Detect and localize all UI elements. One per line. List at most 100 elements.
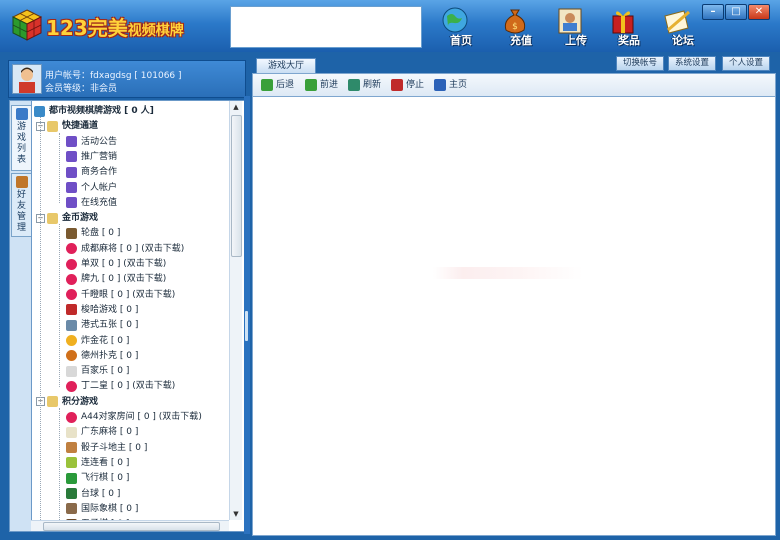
tree-item[interactable]: 活动公告	[66, 135, 117, 149]
showhand-icon	[66, 304, 77, 316]
game-tree: 都市视频棋牌游戏 [ 0 人] − 快捷通道活动公告 推广营销 商务合作个人帐户 在线充值…	[31, 100, 245, 532]
tree-item[interactable]: 成都麻将 [ 0 ] (双击下载)	[66, 242, 184, 256]
nav-recharge-button[interactable]: $ 充值	[490, 6, 546, 48]
tree-connector-line	[59, 132, 60, 204]
user-level-text: 会员等级：非会员	[45, 84, 118, 94]
tree-item[interactable]: 在线充值	[66, 196, 117, 210]
tree-item[interactable]: 个人帐户	[66, 181, 117, 195]
forward-arrow-icon	[305, 78, 317, 91]
tree-item[interactable]: 炸金花 [ 0 ]	[66, 334, 129, 348]
tree-item[interactable]: 牌九 [ 0 ] (双击下载)	[66, 272, 166, 286]
tree-item[interactable]: 推广营销	[66, 150, 117, 164]
tree-connector-line	[40, 117, 41, 531]
tree-item-label: 金币游戏	[62, 213, 99, 224]
scroll-thumb[interactable]	[231, 115, 242, 257]
close-button[interactable]: ✕	[748, 4, 770, 20]
side-tab-strip: 游戏列表 好友管理	[9, 100, 33, 532]
panel-splitter[interactable]	[244, 96, 250, 534]
tree-item-label: 快捷通道	[62, 121, 99, 132]
tree-vertical-scrollbar[interactable]: ▲ ▼	[229, 101, 242, 520]
tab-game-list[interactable]: 游戏列表	[11, 105, 32, 171]
tree-item[interactable]: 千瞪眼 [ 0 ] (双击下载)	[66, 288, 175, 302]
tree-item[interactable]: 国际象棋 [ 0 ]	[66, 502, 138, 516]
monitor-icon	[66, 197, 77, 209]
tree-connector-line	[59, 408, 60, 525]
tree-item-label: 台球 [ 0 ]	[81, 488, 121, 499]
avatar[interactable]	[12, 64, 42, 94]
tree-item-label: 单双 [ 0 ] (双击下载)	[81, 259, 167, 269]
logo-main: 123完美	[46, 16, 128, 40]
tree-item-label: 港式五张 [ 0 ]	[81, 320, 139, 331]
personal-settings-button[interactable]: 个人设置	[722, 56, 771, 71]
nav-forum-button[interactable]: 论坛	[652, 6, 708, 48]
tree-item-label: A44对家房间 [ 0 ] (双击下载)	[81, 412, 202, 422]
tree-item[interactable]: 骰子斗地主 [ 0 ]	[66, 441, 147, 455]
link-game-icon	[66, 457, 77, 469]
tree-item-label: 成都麻将 [ 0 ] (双击下载)	[81, 243, 185, 254]
scroll-up-arrow-icon[interactable]: ▲	[231, 102, 241, 112]
nav-upload-button[interactable]: 上传	[545, 6, 601, 48]
folder-icon	[47, 120, 58, 132]
download-game-icon	[66, 258, 77, 270]
scroll-down-arrow-icon[interactable]: ▼	[231, 509, 241, 519]
system-settings-button[interactable]: 系统设置	[668, 56, 717, 71]
tree-item[interactable]: 单双 [ 0 ] (双击下载)	[66, 257, 166, 271]
tree-item-label: 都市视频棋牌游戏 [ 0 人]	[49, 106, 154, 116]
logo-sub: 视频棋牌	[127, 23, 184, 39]
tree-item-label: 百家乐 [ 0 ]	[81, 366, 130, 377]
game-list-icon	[15, 108, 28, 120]
tree-horizontal-scrollbar[interactable]	[31, 520, 229, 531]
nav-upload-label: 上传	[565, 34, 587, 47]
tree-item[interactable]: 百家乐 [ 0 ]	[66, 364, 129, 378]
download-game-icon	[66, 273, 77, 285]
tree-item[interactable]: 连连看 [ 0 ]	[66, 456, 129, 470]
tree-item[interactable]: 飞行棋 [ 0 ]	[66, 471, 129, 485]
stop-button[interactable]: 停止	[391, 78, 424, 92]
tree-category[interactable]: − 金币游戏	[36, 211, 98, 225]
refresh-label: 刷新	[363, 80, 382, 90]
nav-prizes-button[interactable]: 奖品	[598, 6, 654, 48]
forward-button[interactable]: 前进	[305, 78, 338, 92]
download-game-icon	[66, 411, 77, 423]
restore-button[interactable]: □	[725, 4, 747, 20]
tree-item-label: 炸金花 [ 0 ]	[81, 335, 130, 346]
hk-five-card-icon	[66, 319, 77, 331]
lobby-content-area[interactable]	[252, 96, 776, 536]
tree-item[interactable]: 丁二皇 [ 0 ] (双击下载)	[66, 379, 175, 393]
download-game-icon	[66, 380, 77, 392]
minimize-button[interactable]: –	[702, 4, 724, 20]
tree-category[interactable]: − 快捷通道	[36, 119, 98, 133]
tree-item[interactable]: 商务合作	[66, 165, 117, 179]
scroll-thumb-horizontal[interactable]	[43, 522, 220, 531]
tree-item[interactable]: 梭哈游戏 [ 0 ]	[66, 303, 138, 317]
nav-recharge-label: 充值	[510, 34, 532, 47]
home-button[interactable]: 主页	[434, 78, 467, 92]
browser-toolbar: 后退 前进 刷新 停止 主页	[252, 73, 776, 97]
texas-poker-icon	[66, 350, 77, 362]
tree-item[interactable]: 港式五张 [ 0 ]	[66, 318, 138, 332]
tab-friends[interactable]: 好友管理	[11, 173, 32, 237]
nav-prizes-label: 奖品	[618, 34, 640, 47]
monitor-icon	[66, 182, 77, 193]
tab-game-lobby[interactable]: 游戏大厅	[256, 58, 316, 73]
back-button[interactable]: 后退	[261, 78, 294, 92]
tree-category[interactable]: − 积分游戏	[36, 395, 98, 409]
tree-item[interactable]: 广东麻将 [ 0 ]	[66, 425, 138, 439]
baccarat-icon	[66, 365, 77, 377]
tree-item[interactable]: 台球 [ 0 ]	[66, 487, 120, 501]
tree-root[interactable]: 都市视频棋牌游戏 [ 0 人]	[34, 104, 154, 118]
stop-icon	[391, 78, 403, 91]
app-logo-text: 123完美视频棋牌	[46, 12, 184, 41]
nav-home-label: 首页	[450, 34, 472, 47]
tree-item[interactable]: 德州扑克 [ 0 ]	[66, 349, 138, 363]
nav-home-button[interactable]: 首页	[430, 6, 486, 48]
refresh-button[interactable]: 刷新	[348, 78, 381, 92]
tree-item[interactable]: A44对家房间 [ 0 ] (双击下载)	[66, 410, 202, 424]
tree-item-label: 骰子斗地主 [ 0 ]	[81, 442, 148, 453]
switch-account-button[interactable]: 切换帐号	[616, 56, 665, 71]
splitter-grip[interactable]	[245, 311, 248, 341]
tree-item[interactable]: 轮盘 [ 0 ]	[66, 226, 120, 240]
users-group-icon	[34, 105, 45, 117]
tab-game-list-label: 游戏列表	[16, 122, 26, 165]
home-icon	[434, 78, 446, 91]
